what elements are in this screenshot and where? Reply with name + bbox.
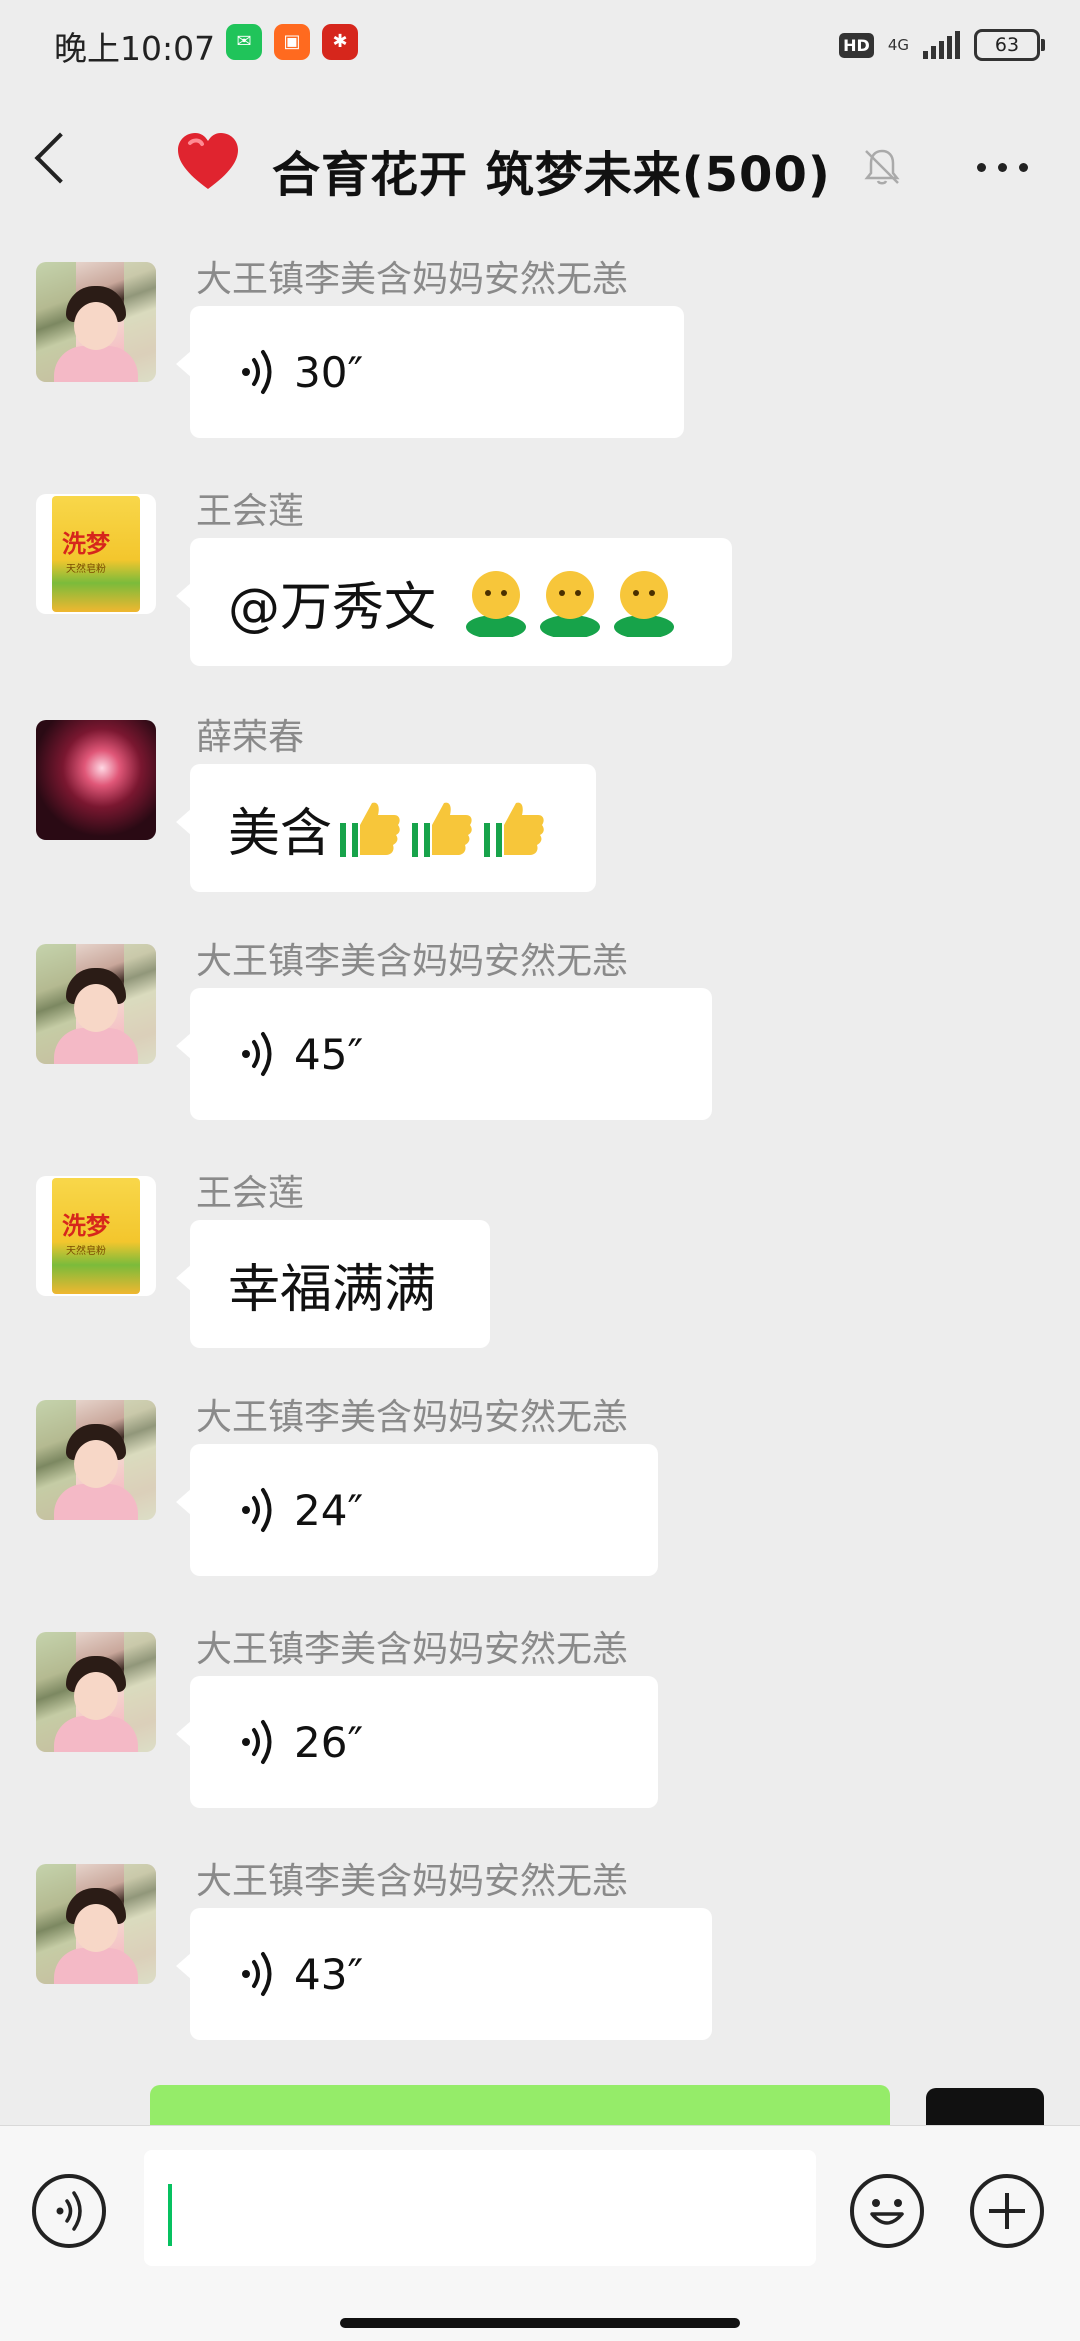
voice-wave-icon bbox=[242, 1720, 272, 1764]
heart-icon bbox=[178, 133, 238, 189]
thumbs-up-icon bbox=[484, 802, 544, 857]
text-message-bubble[interactable]: @万秀文 bbox=[176, 538, 732, 666]
voice-duration: 30″ bbox=[294, 347, 364, 397]
voice-wave-icon bbox=[242, 1488, 272, 1532]
text-message-bubble[interactable]: 美含 bbox=[176, 764, 596, 892]
smiley-icon bbox=[540, 571, 601, 637]
voice-input-button[interactable] bbox=[32, 2174, 106, 2248]
message-text: 美含 bbox=[228, 803, 333, 864]
battery-icon: 63 bbox=[974, 29, 1045, 61]
smiley-icon bbox=[466, 571, 527, 637]
sender-name: 王会莲 bbox=[196, 491, 305, 532]
voice-duration: 24″ bbox=[294, 1485, 364, 1535]
voice-duration: 45″ bbox=[294, 1029, 364, 1079]
own-avatar[interactable] bbox=[926, 2088, 1044, 2125]
voice-message-bubble[interactable]: 26″ bbox=[176, 1676, 658, 1808]
xuexi-icon: ✱ bbox=[322, 24, 358, 60]
girl-avatar[interactable] bbox=[36, 944, 156, 1064]
voice-wave-icon bbox=[242, 1952, 272, 1996]
message-text: @万秀文 bbox=[228, 577, 437, 638]
text-caret bbox=[168, 2184, 172, 2246]
input-bar bbox=[0, 2125, 1080, 2341]
taobao-icon: ▣ bbox=[274, 24, 310, 60]
page-title: 合育花开 筑梦未来(500) bbox=[272, 147, 831, 203]
voice-duration: 26″ bbox=[294, 1717, 364, 1767]
status-time: 晚上10:07 bbox=[54, 29, 216, 68]
chat-header: 合育花开 筑梦未来(500) bbox=[0, 95, 1080, 240]
bag-subtitle: 天然皂粉 bbox=[66, 1246, 106, 1257]
bag-brand: 洗梦 bbox=[62, 1211, 110, 1240]
girl-avatar[interactable] bbox=[36, 262, 156, 382]
back-icon[interactable] bbox=[34, 132, 86, 184]
voice-message-bubble[interactable]: 43″ bbox=[176, 1908, 712, 2040]
voice-duration: 43″ bbox=[294, 1949, 364, 1999]
home-indicator[interactable] bbox=[340, 2318, 740, 2328]
sender-name: 大王镇李美含妈妈安然无恙 bbox=[196, 1397, 629, 1438]
bag-brand: 洗梦 bbox=[62, 529, 110, 558]
network-type: 4G bbox=[887, 36, 909, 54]
girl-avatar[interactable] bbox=[36, 1400, 156, 1520]
emoji-icon bbox=[870, 2199, 904, 2225]
own-message-bubble[interactable] bbox=[150, 2085, 890, 2125]
voice-wave-icon bbox=[242, 350, 272, 394]
mute-bell-icon bbox=[864, 149, 900, 185]
sender-name: 大王镇李美含妈妈安然无恙 bbox=[196, 1629, 629, 1670]
girl-avatar[interactable] bbox=[36, 1632, 156, 1752]
voice-wave-icon bbox=[242, 1032, 272, 1076]
wechat-icon: ✉ bbox=[226, 24, 262, 60]
smiley-icon bbox=[614, 571, 675, 637]
emoji-button[interactable] bbox=[850, 2174, 924, 2248]
sender-name: 大王镇李美含妈妈安然无恙 bbox=[196, 941, 629, 982]
status-bar: 晚上10:07 ✉ ▣ ✱ HD 4G 63 bbox=[0, 0, 1080, 95]
voice-message-bubble[interactable]: 30″ bbox=[176, 306, 684, 438]
hd-badge: HD bbox=[839, 32, 874, 58]
more-functions-button[interactable] bbox=[970, 2174, 1044, 2248]
text-message-bubble[interactable]: 幸福满满 bbox=[176, 1220, 490, 1348]
sender-name: 大王镇李美含妈妈安然无恙 bbox=[196, 259, 629, 300]
signal-icon bbox=[923, 31, 960, 59]
voice-wave-icon bbox=[56, 2191, 82, 2231]
more-options-icon[interactable] bbox=[977, 163, 1028, 172]
fireworks-avatar[interactable] bbox=[36, 720, 156, 840]
thumbs-up-icon bbox=[412, 802, 472, 857]
voice-message-bubble[interactable]: 45″ bbox=[176, 988, 712, 1120]
voice-message-bubble[interactable]: 24″ bbox=[176, 1444, 658, 1576]
message-text: 幸福满满 bbox=[228, 1259, 437, 1320]
girl-avatar[interactable] bbox=[36, 1864, 156, 1984]
bag-avatar[interactable]: 洗梦 天然皂粉 bbox=[36, 494, 156, 614]
bag-subtitle: 天然皂粉 bbox=[66, 564, 106, 575]
thumbs-up-icon bbox=[340, 802, 400, 857]
sender-name: 王会莲 bbox=[196, 1173, 305, 1214]
sender-name: 大王镇李美含妈妈安然无恙 bbox=[196, 1861, 629, 1902]
bag-avatar[interactable]: 洗梦 天然皂粉 bbox=[36, 1176, 156, 1296]
message-list[interactable]: 大王镇李美含妈妈安然无恙 30″ 洗梦 天然皂粉 王会莲 @万秀文 薛荣春 美含… bbox=[0, 240, 1080, 2125]
sender-name: 薛荣春 bbox=[196, 717, 305, 758]
message-input[interactable] bbox=[144, 2150, 816, 2266]
plus-icon bbox=[989, 2193, 1025, 2229]
